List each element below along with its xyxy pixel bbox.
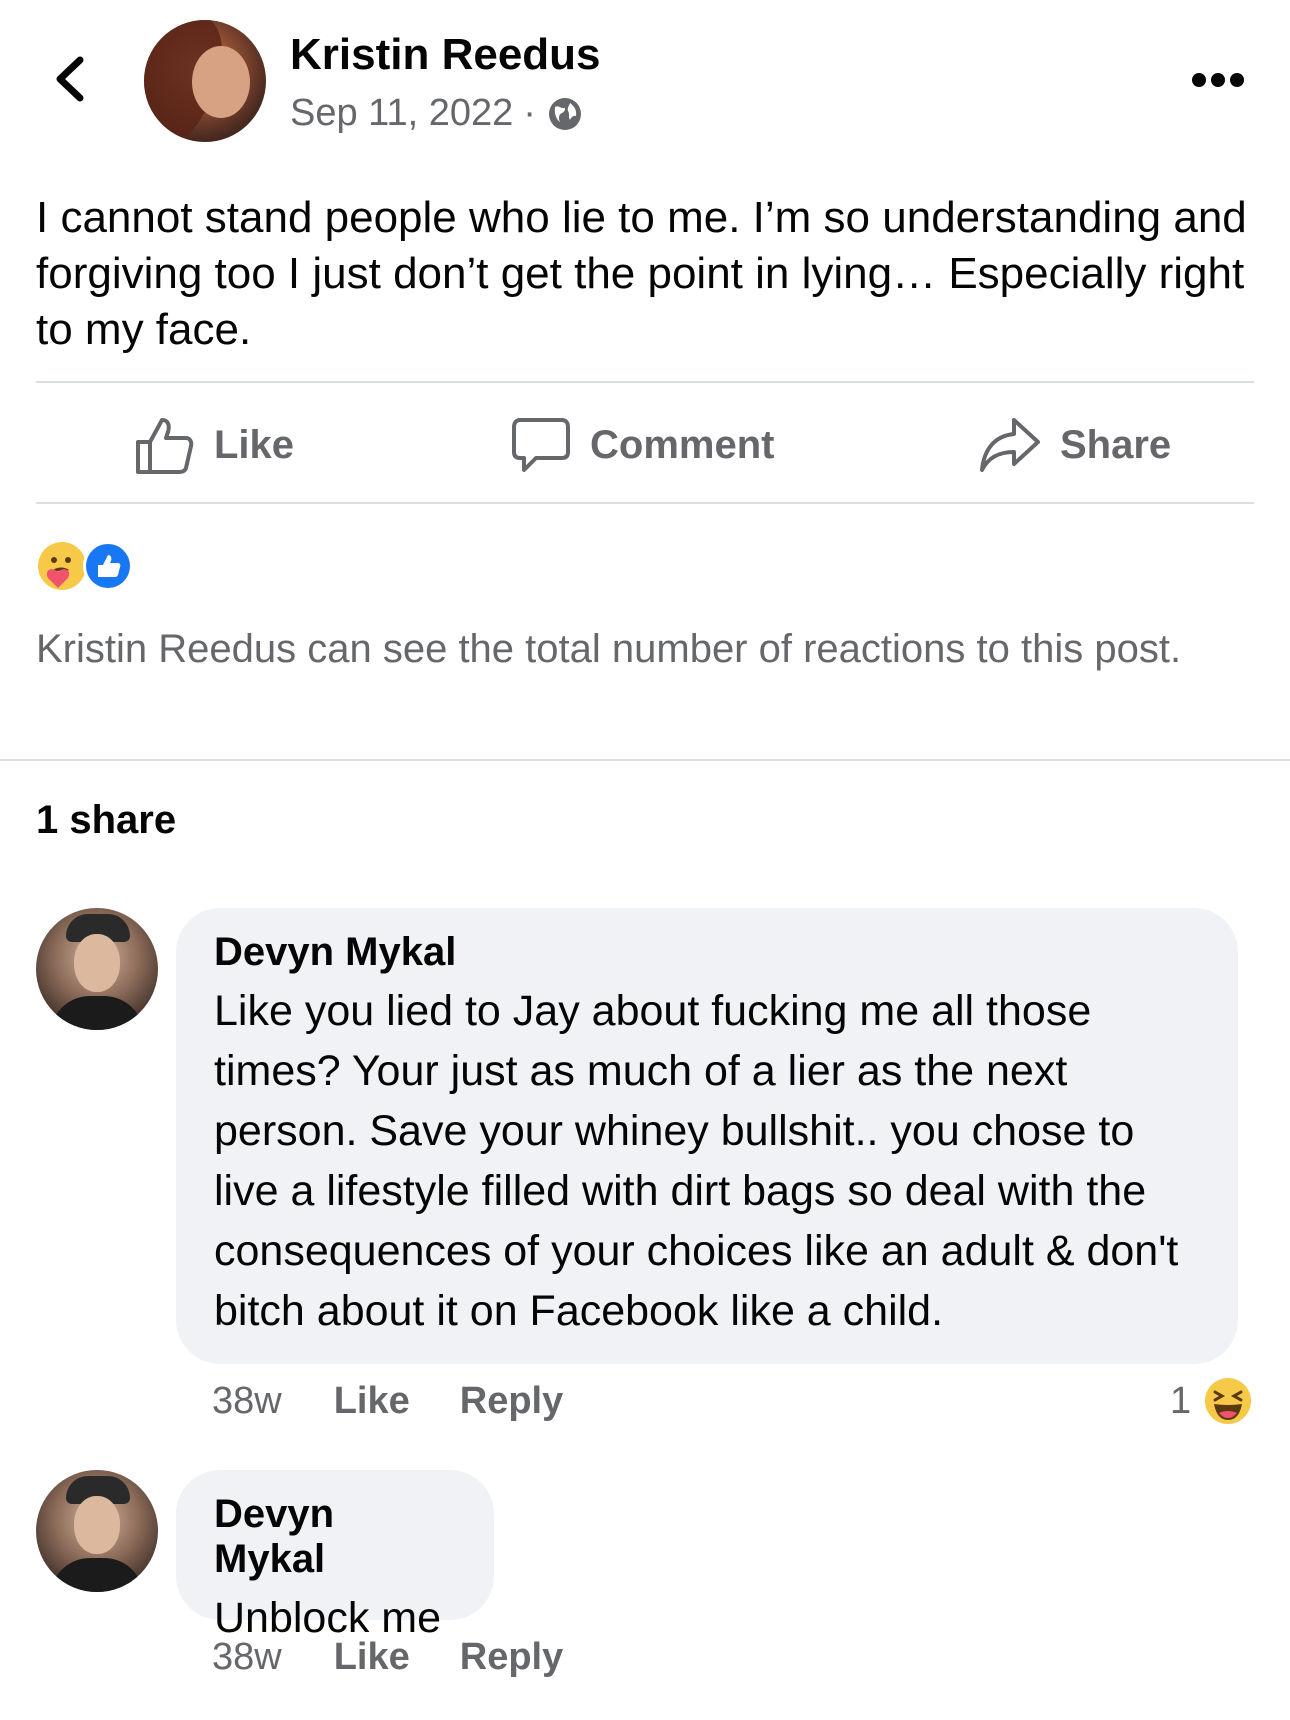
comment-meta: 38w Like Reply (212, 1636, 563, 1679)
post-author-name[interactable]: Kristin Reedus (290, 30, 601, 80)
haha-reaction-icon (1205, 1378, 1252, 1424)
comment-reply-button[interactable]: Reply (460, 1636, 563, 1679)
like-label: Like (214, 422, 295, 467)
comment-bubble: Devyn Mykal Unblock me (176, 1470, 494, 1642)
divider (36, 381, 1254, 383)
comment-text: Like you lied to Jay about fucking me al… (214, 987, 1179, 1335)
post-date[interactable]: Sep 11, 2022 (290, 92, 513, 135)
comment-bubble-icon (512, 418, 570, 472)
reactions-notice: Kristin Reedus can see the total number … (36, 627, 1182, 671)
like-reaction-icon (83, 541, 133, 591)
chevron-left-icon (56, 56, 84, 102)
comment-reaction-count[interactable]: 1 (1170, 1376, 1253, 1426)
more-options-button[interactable] (1190, 60, 1246, 100)
ellipsis-icon (1192, 73, 1244, 87)
comment-author[interactable]: Devyn Mykal (214, 930, 1200, 975)
back-button[interactable] (50, 54, 90, 104)
divider (36, 502, 1254, 504)
share-button[interactable]: Share (978, 410, 1171, 480)
care-reaction-icon (38, 542, 86, 590)
comment-label: Comment (590, 422, 775, 467)
shares-count[interactable]: 1 share (36, 798, 176, 843)
reaction-summary[interactable] (34, 538, 144, 594)
globe-icon (548, 97, 581, 130)
thumbs-up-icon (136, 418, 194, 474)
comment-like-button[interactable]: Like (334, 1380, 410, 1423)
reaction-count-number: 1 (1170, 1379, 1192, 1422)
comment-author[interactable]: Devyn Mykal (214, 1492, 456, 1582)
post-meta: Sep 11, 2022 · (290, 92, 584, 135)
comment-reply-button[interactable]: Reply (460, 1380, 563, 1423)
comment-button[interactable]: Comment (510, 410, 774, 480)
comment-time[interactable]: 38w (212, 1636, 282, 1679)
share-arrow-icon (980, 418, 1040, 472)
comment-like-button[interactable]: Like (334, 1636, 410, 1679)
like-button[interactable]: Like (134, 410, 294, 480)
commenter-avatar[interactable] (36, 908, 158, 1030)
post-text: I cannot stand people who lie to me. I’m… (36, 193, 1247, 354)
meta-separator: · (523, 92, 536, 134)
author-avatar[interactable] (144, 20, 266, 142)
section-divider (0, 759, 1290, 761)
comment-meta: 38w Like Reply (212, 1380, 563, 1423)
commenter-avatar[interactable] (36, 1470, 158, 1592)
comment-time[interactable]: 38w (212, 1380, 282, 1423)
share-label: Share (1060, 422, 1172, 467)
comment-bubble: Devyn Mykal Like you lied to Jay about f… (176, 908, 1238, 1364)
